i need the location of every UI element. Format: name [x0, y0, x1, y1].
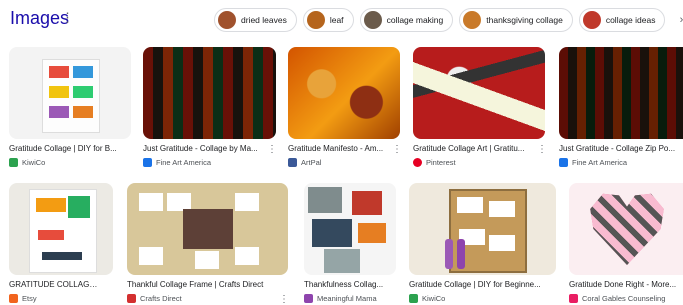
chip-label: dried leaves: [241, 15, 287, 25]
result-thumbnail[interactable]: [9, 183, 113, 275]
result-thumbnail[interactable]: [409, 183, 556, 275]
image-result[interactable]: Just Gratitude - Collage by Ma... ⋮ Fine…: [143, 47, 277, 172]
result-thumbnail[interactable]: [413, 47, 545, 139]
more-vert-icon[interactable]: ⋮: [61, 10, 74, 26]
more-options-icon[interactable]: ⋮: [267, 144, 277, 155]
source-label: Fine Art America: [572, 158, 628, 167]
more-options-icon[interactable]: ⋮: [392, 144, 402, 155]
images-header: Images ⋮ dried leaves leaf collage makin…: [0, 0, 683, 40]
result-thumbnail[interactable]: [569, 183, 683, 275]
source-label: Pinterest: [426, 158, 456, 167]
result-caption[interactable]: Gratitude Done Right - More...: [569, 280, 683, 289]
result-source[interactable]: ArtPal: [288, 158, 321, 167]
kiwico-favicon-icon: [9, 158, 18, 167]
result-caption[interactable]: Just Gratitude - Collage Zip Po...: [559, 144, 677, 153]
image-result[interactable]: GRATITUDE COLLAGE ... Etsy: [9, 183, 113, 303]
chip-collage-making[interactable]: collage making: [359, 8, 454, 32]
chip-label: thanksgiving collage: [486, 15, 563, 25]
chip-label: collage ideas: [605, 15, 656, 25]
result-thumbnail[interactable]: [127, 183, 288, 275]
source-label: ArtPal: [301, 158, 322, 167]
image-result[interactable]: Gratitude Done Right - More... Coral Gab…: [569, 183, 683, 303]
image-result[interactable]: Gratitude Collage Art | Gratitu... ⋮ Pin…: [413, 47, 547, 172]
more-options-icon[interactable]: ⋮: [279, 294, 289, 305]
chip-thumbnail: [582, 11, 601, 29]
result-caption[interactable]: GRATITUDE COLLAGE ...: [9, 280, 101, 289]
result-caption[interactable]: Thankfulness Collag...: [304, 280, 392, 289]
result-source[interactable]: KiwiCo: [9, 158, 45, 167]
pinterest-favicon-icon: [413, 158, 422, 167]
fineartamerica-favicon-icon: [143, 158, 152, 167]
chip-leaf[interactable]: leaf: [302, 8, 354, 32]
result-thumbnail[interactable]: [559, 47, 683, 139]
image-result[interactable]: Gratitude Collage | DIY for Beginne... K…: [409, 183, 556, 303]
chip-thumbnail: [463, 11, 482, 29]
image-result[interactable]: Thankfulness Collag... Meaningful Mama: [304, 183, 396, 303]
chip-collage-ideas[interactable]: collage ideas: [578, 8, 666, 32]
image-result[interactable]: Thankful Collage Frame | Crafts Direct ⋮…: [127, 183, 289, 305]
result-caption[interactable]: Just Gratitude - Collage by Ma...: [143, 144, 261, 153]
image-result[interactable]: Gratitude Collage | DIY for B... KiwiCo: [9, 47, 131, 172]
image-result[interactable]: Just Gratitude - Collage Zip Po... Fine …: [559, 47, 683, 172]
chip-thanksgiving-collage[interactable]: thanksgiving collage: [459, 8, 573, 32]
chip-label: collage making: [386, 15, 444, 25]
chip-thumbnail: [218, 11, 236, 29]
chip-label: leaf: [329, 15, 344, 25]
artpal-favicon-icon: [288, 158, 297, 167]
image-result[interactable]: Gratitude Manifesto - Am... ⋮ ArtPal: [288, 47, 402, 172]
result-thumbnail[interactable]: [143, 47, 276, 139]
result-source[interactable]: Fine Art America: [559, 158, 627, 167]
result-thumbnail[interactable]: [9, 47, 131, 139]
source-label: KiwiCo: [22, 158, 46, 167]
source-label: Fine Art America: [156, 158, 212, 167]
result-thumbnail[interactable]: [304, 183, 396, 275]
result-source[interactable]: Pinterest: [413, 158, 456, 167]
result-source[interactable]: Fine Art America: [143, 158, 211, 167]
related-search-chips: dried leaves leaf collage making thanksg…: [214, 8, 683, 32]
chevron-right-icon[interactable]: ›: [671, 8, 683, 32]
result-thumbnail[interactable]: [288, 47, 400, 139]
result-caption[interactable]: Gratitude Collage Art | Gratitu...: [413, 144, 531, 153]
result-caption[interactable]: Gratitude Collage | DIY for Beginne...: [409, 280, 549, 289]
result-caption[interactable]: Thankful Collage Frame | Crafts Direct: [127, 280, 277, 289]
result-caption[interactable]: Gratitude Manifesto - Am...: [288, 144, 386, 153]
more-options-icon[interactable]: ⋮: [537, 144, 547, 155]
chip-thumbnail: [306, 11, 325, 29]
chip-thumbnail: [363, 11, 382, 29]
chip-dried-leaves[interactable]: dried leaves: [214, 8, 297, 32]
result-caption[interactable]: Gratitude Collage | DIY for B...: [9, 144, 131, 153]
fineartamerica-favicon-icon: [559, 158, 568, 167]
